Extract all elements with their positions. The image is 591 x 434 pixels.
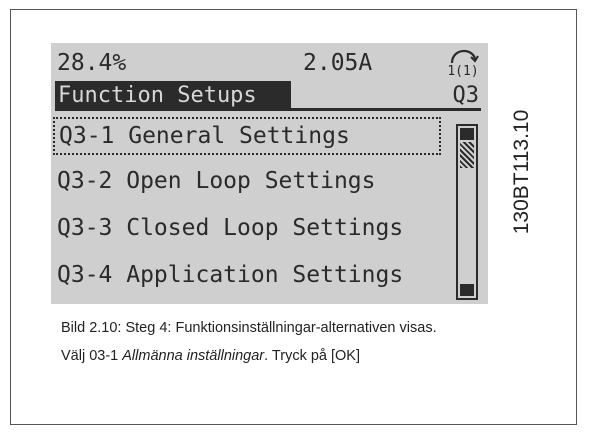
scroll-down-arrow[interactable] bbox=[460, 284, 474, 296]
figure-instruction: Välj 03-1 Allmänna inställningar. Tryck … bbox=[61, 348, 360, 364]
scroll-thumb[interactable] bbox=[460, 142, 474, 168]
status-percent: 28.4% bbox=[57, 50, 127, 76]
menu-item-closed-loop-settings[interactable]: Q3-3 Closed Loop Settings bbox=[57, 211, 403, 249]
menu-title-code: Q3 bbox=[452, 83, 480, 108]
scrollbar[interactable] bbox=[456, 124, 478, 300]
menu-item-application-settings[interactable]: Q3-4 Application Settings bbox=[57, 258, 403, 296]
status-current: 2.05A bbox=[303, 50, 373, 76]
menu-title-row: Function Setups Q3 bbox=[55, 81, 481, 111]
instruction-suffix: . Tryck på [OK] bbox=[264, 348, 361, 364]
figure-reference-code: 130BT113.10 bbox=[510, 109, 533, 235]
instruction-italic: Allmänna inställningar bbox=[122, 348, 265, 364]
menu-title: Function Setups bbox=[55, 81, 291, 111]
lcp-display: 28.4% 2.05A 1(1) Function Setups Q3 Q3-1… bbox=[51, 43, 488, 304]
scroll-up-arrow[interactable] bbox=[460, 128, 474, 140]
hand-on-icon: 1(1) bbox=[447, 49, 479, 77]
instruction-prefix: Välj 03-1 bbox=[61, 348, 123, 364]
menu-item-open-loop-settings[interactable]: Q3-2 Open Loop Settings bbox=[57, 164, 376, 202]
figure-caption: Bild 2.10: Steg 4: Funktionsinställninga… bbox=[61, 320, 437, 336]
menu-item-general-settings[interactable]: Q3-1 General Settings bbox=[53, 117, 441, 155]
status-icon-text: 1(1) bbox=[447, 64, 478, 77]
